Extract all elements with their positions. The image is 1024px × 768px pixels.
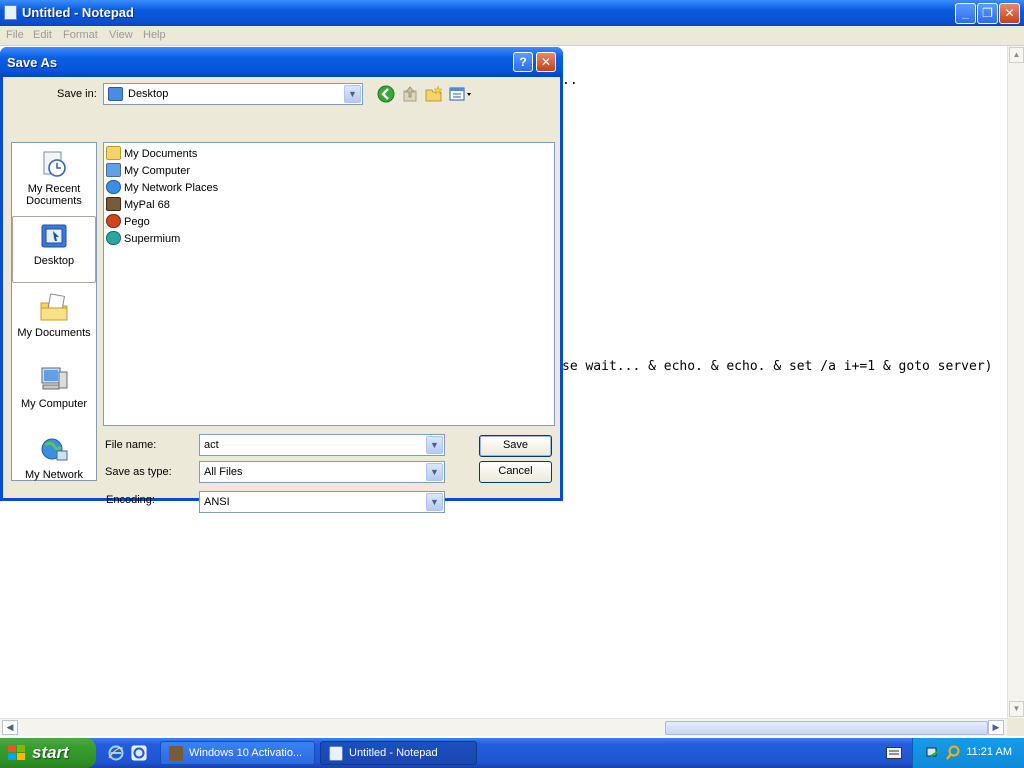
new-folder-icon[interactable] <box>425 85 443 103</box>
dialog-title: Save As <box>7 55 58 70</box>
desktop-icon <box>41 224 67 248</box>
dialog-titlebar[interactable]: Save As ? ✕ <box>0 47 563 77</box>
encoding-value: ANSI <box>204 496 230 508</box>
list-item[interactable]: My Computer <box>106 163 190 179</box>
notepad-close-button[interactable]: ✕ <box>999 3 1020 24</box>
place-label: Desktop <box>33 255 75 267</box>
chevron-down-icon[interactable]: ▼ <box>426 463 443 481</box>
my-documents-icon <box>106 146 121 160</box>
place-my-documents[interactable]: My Documents <box>12 293 96 339</box>
view-menu-icon[interactable] <box>449 85 473 103</box>
dialog-body: Save in: Desktop ▼ My Recent Documents D… <box>3 77 560 513</box>
list-item[interactable]: MyPal 68 <box>106 197 170 213</box>
windows-logo-icon <box>8 745 26 761</box>
save-as-type-value: All Files <box>204 466 243 478</box>
network-places-icon <box>106 180 121 194</box>
taskbar-item-notepad[interactable]: Untitled - Notepad <box>320 741 477 765</box>
vertical-scrollbar[interactable]: ▲ ▼ <box>1007 46 1024 718</box>
place-label: My Recent Documents <box>26 183 82 207</box>
file-name-label: File name: <box>105 439 157 451</box>
size-grip <box>1007 718 1024 736</box>
supermium-shortcut-icon <box>106 231 121 245</box>
menu-help[interactable]: Help <box>143 29 166 41</box>
pego-shortcut-icon <box>106 214 121 228</box>
place-my-network[interactable]: My Network <box>12 435 96 481</box>
dialog-close-button[interactable]: ✕ <box>536 52 556 72</box>
place-label: My Documents <box>17 327 91 339</box>
file-name-value: act <box>204 439 219 451</box>
save-button[interactable]: Save <box>479 435 552 457</box>
horizontal-scrollbar[interactable]: ◀ ▶ <box>0 718 1007 736</box>
clock: 11:21 AM <box>966 746 1012 758</box>
start-button[interactable]: start <box>0 738 96 768</box>
save-in-combo[interactable]: Desktop ▼ <box>103 83 363 105</box>
notepad-icon <box>329 746 343 761</box>
keyboard-icon[interactable] <box>886 747 902 759</box>
place-my-recent-documents[interactable]: My Recent Documents <box>12 149 96 207</box>
taskbar-item-windows-10-activation[interactable]: Windows 10 Activatio... <box>160 741 315 765</box>
scroll-up-arrow-icon[interactable]: ▲ <box>1009 47 1024 63</box>
place-label: My Network <box>24 469 84 481</box>
help-button[interactable]: ? <box>513 52 533 72</box>
my-computer-icon <box>41 367 68 390</box>
save-as-type-label: Save as type: <box>105 466 172 478</box>
back-icon[interactable] <box>377 85 395 103</box>
menu-view[interactable]: View <box>109 29 133 41</box>
recent-documents-icon <box>43 151 66 177</box>
place-label: My Computer <box>20 398 88 410</box>
scroll-left-arrow-icon[interactable]: ◀ <box>2 720 18 735</box>
start-label: start <box>32 743 69 762</box>
save-as-dialog: Save As ? ✕ Save in: Desktop ▼ My Recent… <box>0 47 563 513</box>
my-computer-icon <box>106 163 121 177</box>
my-network-icon <box>41 438 68 461</box>
save-in-value: Desktop <box>128 88 169 100</box>
internet-explorer-icon[interactable] <box>108 745 124 761</box>
scroll-right-arrow-icon[interactable]: ▶ <box>988 720 1004 735</box>
menu-format[interactable]: Format <box>63 29 98 41</box>
my-documents-icon <box>40 293 68 321</box>
notepad-title: Untitled - Notepad <box>22 5 134 20</box>
notepad-menubar: File Edit Format View Help <box>0 26 1024 45</box>
notepad-icon <box>4 5 17 20</box>
network-tray-icon[interactable] <box>925 745 941 761</box>
scroll-down-arrow-icon[interactable]: ▼ <box>1009 701 1024 717</box>
save-as-type-select[interactable]: All Files ▼ <box>199 461 445 483</box>
chevron-down-icon[interactable]: ▼ <box>344 85 361 103</box>
menu-edit[interactable]: Edit <box>33 29 52 41</box>
minimize-button[interactable]: _ <box>955 3 976 24</box>
maximize-button[interactable]: ❐ <box>977 3 998 24</box>
menu-file[interactable]: File <box>6 29 24 41</box>
list-item[interactable]: My Network Places <box>106 180 218 196</box>
list-item[interactable]: Supermium <box>106 231 180 247</box>
search-icon[interactable] <box>945 745 961 761</box>
file-name-input[interactable]: act ▼ <box>199 434 445 456</box>
place-desktop[interactable]: Desktop <box>12 216 96 283</box>
taskbar: start Windows 10 Activatio... Untitled -… <box>0 738 1024 768</box>
encoding-label: Encoding: <box>106 494 155 506</box>
system-tray: 11:21 AM <box>912 738 1024 768</box>
horizontal-scroll-thumb[interactable] <box>665 721 988 735</box>
up-folder-icon[interactable] <box>401 85 419 103</box>
chevron-down-icon[interactable]: ▼ <box>426 493 443 511</box>
list-item[interactable]: Pego <box>106 214 150 230</box>
mypal-shortcut-icon <box>106 197 121 211</box>
cancel-button[interactable]: Cancel <box>479 461 552 483</box>
mypal-icon <box>169 746 183 761</box>
places-bar: My Recent Documents Desktop My Documents <box>11 142 97 481</box>
file-list[interactable]: My Documents My Computer My Network Plac… <box>103 142 555 426</box>
text-line-fragment: .. <box>562 73 578 88</box>
place-my-computer[interactable]: My Computer <box>12 364 96 410</box>
notepad-titlebar[interactable]: Untitled - Notepad _ ❐ ✕ <box>0 0 1024 26</box>
list-item[interactable]: My Documents <box>106 146 197 162</box>
browser-quicklaunch-icon[interactable] <box>131 745 147 761</box>
encoding-select[interactable]: ANSI ▼ <box>199 491 445 513</box>
desktop-icon <box>108 87 123 101</box>
save-in-label: Save in: <box>57 88 97 100</box>
text-line-fragment: se wait... & echo. & echo. & set /a i+=1… <box>562 359 993 374</box>
chevron-down-icon[interactable]: ▼ <box>426 436 443 454</box>
